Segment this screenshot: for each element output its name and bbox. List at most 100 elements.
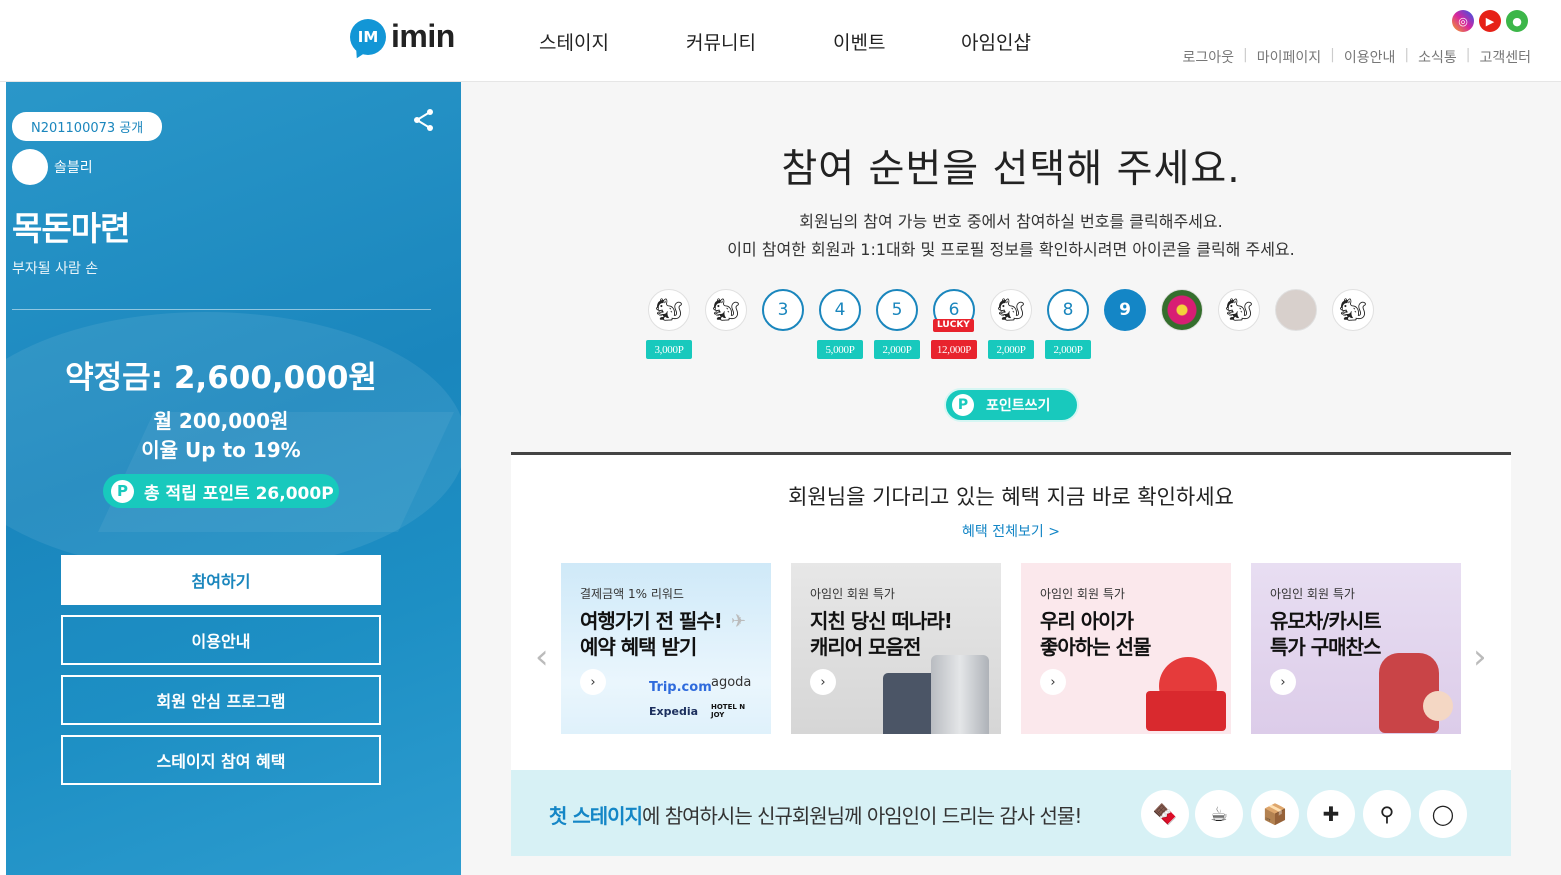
logout-link[interactable]: 로그아웃 bbox=[1182, 47, 1234, 67]
point-icon: P bbox=[952, 394, 974, 416]
view-all-benefits-link[interactable]: 혜택 전체보기 > bbox=[511, 521, 1511, 541]
benefit-card-travel[interactable]: 결제금액 1% 리워드 여행가기 전 필수! 예약 혜택 받기 › ✈ Trip… bbox=[561, 563, 771, 734]
gift-massager-icon: ✚ bbox=[1307, 790, 1355, 838]
logo-text: imin bbox=[391, 18, 455, 54]
card-title-line2: 좋아하는 선물 bbox=[1040, 635, 1151, 659]
pledge-amount: 약정금: 2,600,000원 bbox=[65, 360, 377, 396]
guide-link[interactable]: 이용안내 bbox=[1344, 47, 1396, 67]
reward-point-tag: 12,000P bbox=[931, 340, 977, 359]
customer-center-link[interactable]: 고객센터 bbox=[1479, 47, 1531, 67]
carousel-prev-icon[interactable]: ‹ bbox=[535, 637, 549, 677]
gift-text: 에 참여하시는 신규회원님께 아임인이 드리는 감사 선물! bbox=[641, 804, 1082, 828]
member-safety-program-button[interactable]: 회원 안심 프로그램 bbox=[61, 675, 381, 725]
chevron-right-icon[interactable]: › bbox=[1040, 669, 1066, 695]
benefit-card-kids-gift[interactable]: 아임인 회원 특가 우리 아이가 좋아하는 선물 › bbox=[1021, 563, 1231, 734]
card-category: 결제금액 1% 리워드 bbox=[580, 587, 684, 601]
point-icon: P bbox=[111, 479, 134, 503]
instagram-icon[interactable]: ◎ bbox=[1452, 10, 1474, 32]
participant-avatar[interactable] bbox=[1161, 289, 1203, 331]
use-points-button[interactable]: P 포인트쓰기 bbox=[944, 388, 1079, 422]
chevron-right-icon[interactable]: › bbox=[1270, 669, 1296, 695]
stage-info-panel: N201100073 공개 🐿 솔블리 목돈마련 부자될 사람 손 약정금: 2… bbox=[6, 82, 461, 875]
benefit-card-stroller[interactable]: 아임인 회원 특가 유모차/카시트 특가 구매찬스 › bbox=[1251, 563, 1461, 734]
nav-community[interactable]: 커뮤니티 bbox=[686, 28, 756, 55]
site-header: IM imin 스테이지 커뮤니티 이벤트 아임인샵 ◎ ▶ ● 로그아웃 | 마… bbox=[0, 0, 1561, 82]
logo-mark-icon: IM bbox=[350, 18, 386, 55]
gift-necklace-icon: ◯ bbox=[1419, 790, 1467, 838]
stage-subtitle: 부자될 사람 손 bbox=[12, 261, 99, 277]
lucky-badge: LUCKY bbox=[933, 319, 974, 332]
card-title-line1: 유모차/카시트 bbox=[1270, 609, 1382, 633]
nav-shop[interactable]: 아임인샵 bbox=[961, 28, 1031, 55]
util-menu: 로그아웃 | 마이페이지 | 이용안내 | 소식통 | 고객센터 bbox=[1182, 47, 1531, 67]
snack-box-image bbox=[1146, 691, 1226, 731]
card-category: 아임인 회원 특가 bbox=[1270, 587, 1355, 601]
order-slot-3[interactable]: 3 bbox=[762, 289, 804, 331]
instruction-text-2: 이미 참여한 회원과 1:1대화 및 프로필 정보를 확인하시려면 아이콘을 클… bbox=[727, 240, 1295, 259]
instruction-text-1: 회원님의 참여 가능 번호 중에서 참여하실 번호를 클릭해주세요. bbox=[799, 212, 1223, 231]
order-slot-5[interactable]: 5 bbox=[876, 289, 918, 331]
logo[interactable]: IM imin bbox=[350, 18, 455, 55]
order-slot-8[interactable]: 8 bbox=[1047, 289, 1089, 331]
reward-point-tag: 2,000P bbox=[988, 340, 1034, 359]
baby-image bbox=[1423, 691, 1453, 721]
stage-title: 목돈마련 bbox=[12, 209, 130, 248]
total-points-badge: P 총 적립 포인트 26,000P bbox=[103, 474, 339, 508]
gift-highlight: 첫 스테이지 bbox=[549, 804, 643, 828]
participant-avatar[interactable]: 🐿 bbox=[990, 289, 1032, 331]
card-title-line2: 예약 혜택 받기 bbox=[580, 635, 697, 659]
kakao-story-icon[interactable]: ● bbox=[1506, 10, 1528, 32]
benefit-card-carrier[interactable]: 아임인 회원 특가 지친 당신 떠나라! 캐리어 모음전 › bbox=[791, 563, 1001, 734]
airplane-icon: ✈ bbox=[731, 611, 747, 632]
use-points-label: 포인트쓰기 bbox=[986, 398, 1051, 414]
card-title-line1: 지친 당신 떠나라! bbox=[810, 609, 953, 633]
gift-coffee-icon: ☕ bbox=[1195, 790, 1243, 838]
card-category: 아임인 회원 특가 bbox=[810, 587, 895, 601]
nav-event[interactable]: 이벤트 bbox=[833, 28, 885, 55]
brand-expedia: Expedia bbox=[649, 705, 699, 718]
gift-earrings-icon: ⚲ bbox=[1363, 790, 1411, 838]
reward-point-tag: 5,000P bbox=[817, 340, 863, 359]
reward-point-tag: 2,000P bbox=[1045, 340, 1091, 359]
divider bbox=[12, 309, 431, 310]
participant-avatar[interactable]: 🐿 bbox=[705, 289, 747, 331]
nav-stage[interactable]: 스테이지 bbox=[539, 28, 609, 55]
join-button[interactable]: 참여하기 bbox=[61, 555, 381, 605]
usage-guide-button[interactable]: 이용안내 bbox=[61, 615, 381, 665]
participant-avatar[interactable] bbox=[1275, 289, 1317, 331]
card-title-line1: 우리 아이가 bbox=[1040, 609, 1134, 633]
carousel-next-icon[interactable]: › bbox=[1473, 637, 1487, 677]
participant-avatar[interactable]: 🐿 bbox=[1332, 289, 1374, 331]
chevron-right-icon[interactable]: › bbox=[580, 669, 606, 695]
news-link[interactable]: 소식통 bbox=[1418, 47, 1457, 67]
new-member-gift-banner[interactable]: 첫 스테이지에 참여하시는 신규회원님께 아임인이 드리는 감사 선물! 🍫 ☕… bbox=[511, 770, 1511, 856]
reward-point-tag: 3,000P bbox=[646, 340, 692, 359]
suitcase-silver-image bbox=[931, 655, 989, 734]
gift-banner-text: 첫 스테이지에 참여하시는 신규회원님께 아임인이 드리는 감사 선물! bbox=[549, 800, 1082, 829]
participant-avatar[interactable]: 🐿 bbox=[648, 289, 690, 331]
order-slot-4[interactable]: 4 bbox=[819, 289, 861, 331]
stage-owner[interactable]: 🐿 솔블리 bbox=[12, 149, 93, 185]
participant-avatar[interactable]: 🐿 bbox=[1218, 289, 1260, 331]
reward-point-tag: 2,000P bbox=[874, 340, 920, 359]
card-category: 아임인 회원 특가 bbox=[1040, 587, 1125, 601]
card-title-line2: 특가 구매찬스 bbox=[1270, 635, 1381, 659]
avatar: 🐿 bbox=[12, 149, 48, 185]
brand-tripcom: Trip.com bbox=[649, 680, 712, 695]
order-selection-area: 참여 순번을 선택해 주세요. 회원님의 참여 가능 번호 중에서 참여하실 번… bbox=[461, 82, 1561, 875]
stage-benefit-button[interactable]: 스테이지 참여 혜택 bbox=[61, 735, 381, 785]
sns-links: ◎ ▶ ● bbox=[1452, 10, 1528, 32]
page-title: 참여 순번을 선택해 주세요. bbox=[781, 147, 1241, 192]
order-slot-9[interactable]: 9 bbox=[1104, 289, 1146, 331]
monthly-amount: 월 200,000원 bbox=[153, 409, 289, 433]
stage-code-badge: N201100073 공개 bbox=[12, 112, 163, 141]
mypage-link[interactable]: 마이페이지 bbox=[1257, 47, 1321, 67]
benefit-section: 회원님을 기다리고 있는 혜택 지금 바로 확인하세요 혜택 전체보기 > ‹ … bbox=[511, 452, 1511, 856]
card-title-line1: 여행가기 전 필수! bbox=[580, 609, 723, 633]
card-title-line2: 캐리어 모음전 bbox=[810, 635, 921, 659]
youtube-icon[interactable]: ▶ bbox=[1479, 10, 1501, 32]
brand-hotelnjoy: HOTEL N JOY bbox=[711, 703, 746, 719]
brand-agoda: agoda bbox=[711, 675, 752, 690]
chevron-right-icon[interactable]: › bbox=[810, 669, 836, 695]
share-icon[interactable] bbox=[411, 107, 437, 133]
